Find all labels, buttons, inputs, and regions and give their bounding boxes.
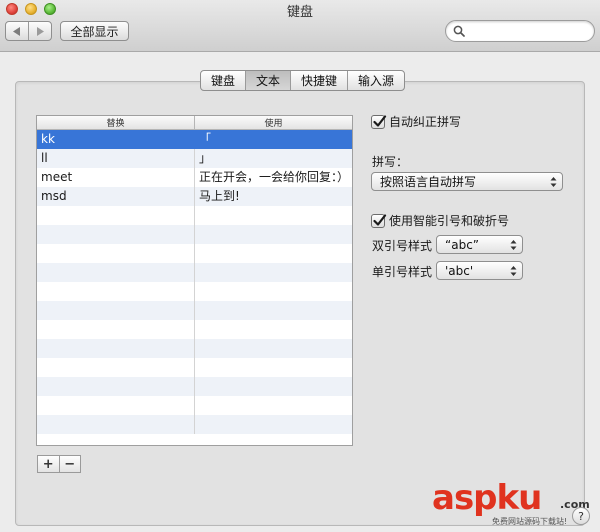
- double-quote-value: “abc”: [445, 237, 480, 252]
- autocorrect-label: 自动纠正拼写: [389, 115, 462, 129]
- replace-cell[interactable]: [37, 377, 195, 396]
- forward-button[interactable]: [28, 22, 51, 40]
- with-cell[interactable]: [195, 206, 352, 225]
- replace-cell[interactable]: [37, 301, 195, 320]
- replace-cell[interactable]: [37, 358, 195, 377]
- with-cell[interactable]: [195, 263, 352, 282]
- window-title: 键盘: [286, 5, 313, 20]
- table-row[interactable]: [37, 206, 352, 225]
- add-remove-control: + −: [37, 455, 81, 473]
- table-row[interactable]: [37, 396, 352, 415]
- table-row[interactable]: meet 正在开会，一会给你回复：）: [37, 168, 352, 187]
- column-header-replace[interactable]: 替换: [37, 116, 195, 129]
- with-cell[interactable]: [195, 377, 352, 396]
- checkmark-icon: [373, 213, 387, 226]
- checkbox-box: [371, 213, 387, 228]
- tab-bar: 键盘 文本 快捷键 输入源: [200, 70, 406, 91]
- replace-cell[interactable]: [37, 396, 195, 415]
- back-button[interactable]: [6, 22, 28, 40]
- replace-cell[interactable]: meet: [37, 168, 195, 187]
- table-row[interactable]: [37, 377, 352, 396]
- text-replacement-table[interactable]: 替换 使用 kk 「ll」 meet 正在开会，一会给你回复：） msd 马上到!: [36, 115, 353, 446]
- tab-text[interactable]: 文本: [245, 71, 291, 90]
- back-arrow-icon: [13, 26, 20, 36]
- double-quote-popup[interactable]: “abc”: [436, 235, 523, 254]
- replace-cell[interactable]: [37, 339, 195, 358]
- replace-cell[interactable]: kk: [37, 130, 195, 149]
- table-row[interactable]: ll」: [37, 149, 352, 168]
- smart-quotes-label: 使用智能引号和破折号: [389, 214, 510, 228]
- with-cell[interactable]: [195, 396, 352, 415]
- popup-arrows-icon: [510, 266, 517, 276]
- search-field[interactable]: [445, 20, 595, 42]
- smart-quotes-checkbox[interactable]: 使用智能引号和破折号: [371, 212, 509, 229]
- with-cell[interactable]: [195, 339, 352, 358]
- with-cell[interactable]: 正在开会，一会给你回复：）: [195, 168, 352, 187]
- with-cell[interactable]: [195, 320, 352, 339]
- replace-cell[interactable]: [37, 320, 195, 339]
- single-quote-value: 'abc': [445, 263, 474, 278]
- search-input[interactable]: [470, 23, 588, 39]
- autocorrect-checkbox[interactable]: 自动纠正拼写: [371, 113, 461, 130]
- single-quote-label: 单引号样式: [372, 265, 433, 279]
- table-row[interactable]: [37, 263, 352, 282]
- spelling-label: 拼写：: [372, 155, 409, 169]
- window-toolbar: 键盘 全部显示: [0, 0, 600, 52]
- with-cell[interactable]: 「: [195, 130, 352, 149]
- with-cell[interactable]: [195, 244, 352, 263]
- add-button[interactable]: +: [38, 456, 59, 472]
- spelling-popup[interactable]: 按照语言自动拼写: [371, 172, 563, 191]
- popup-arrows-icon: [550, 177, 557, 187]
- with-cell[interactable]: 马上到!: [195, 187, 352, 206]
- table-header: 替换 使用: [37, 116, 352, 130]
- replace-cell[interactable]: ll: [37, 149, 195, 168]
- replace-cell[interactable]: [37, 206, 195, 225]
- table-row[interactable]: [37, 339, 352, 358]
- spelling-value: 按照语言自动拼写: [380, 175, 477, 189]
- table-row[interactable]: msd 马上到!: [37, 187, 352, 206]
- checkbox-box: [371, 114, 387, 129]
- remove-button[interactable]: −: [58, 456, 81, 472]
- single-quote-popup[interactable]: 'abc': [436, 261, 523, 280]
- table-rows: kk 「ll」 meet 正在开会，一会给你回复：） msd 马上到!: [37, 130, 352, 434]
- back-forward-control: [5, 21, 52, 41]
- popup-arrows-icon: [510, 240, 517, 250]
- watermark-tagline: 免费网站源码下载站!: [492, 517, 568, 526]
- replace-cell[interactable]: [37, 263, 195, 282]
- with-cell[interactable]: 」: [195, 149, 352, 168]
- table-row[interactable]: [37, 320, 352, 339]
- replace-cell[interactable]: [37, 282, 195, 301]
- table-row[interactable]: [37, 225, 352, 244]
- checkmark-icon: [373, 114, 387, 127]
- tab-keyboard[interactable]: 键盘: [201, 71, 245, 90]
- table-row[interactable]: [37, 244, 352, 263]
- search-icon: [453, 25, 465, 37]
- column-header-with[interactable]: 使用: [195, 116, 352, 129]
- tab-shortcuts[interactable]: 快捷键: [290, 71, 347, 90]
- show-all-button[interactable]: 全部显示: [60, 21, 129, 41]
- replace-cell[interactable]: [37, 244, 195, 263]
- forward-arrow-icon: [37, 26, 44, 36]
- with-cell[interactable]: [195, 301, 352, 320]
- table-row[interactable]: [37, 301, 352, 320]
- table-row[interactable]: [37, 282, 352, 301]
- table-row[interactable]: kk 「: [37, 130, 352, 149]
- replace-cell[interactable]: [37, 225, 195, 244]
- watermark-brand: aspku: [432, 478, 542, 518]
- table-row[interactable]: [37, 415, 352, 434]
- table-row[interactable]: [37, 358, 352, 377]
- with-cell[interactable]: [195, 225, 352, 244]
- with-cell[interactable]: [195, 282, 352, 301]
- tab-input-sources[interactable]: 输入源: [347, 71, 404, 90]
- replace-cell[interactable]: msd: [37, 187, 195, 206]
- with-cell[interactable]: [195, 415, 352, 434]
- double-quote-label: 双引号样式: [372, 239, 433, 253]
- with-cell[interactable]: [195, 358, 352, 377]
- replace-cell[interactable]: [37, 415, 195, 434]
- help-button[interactable]: ?: [572, 507, 590, 525]
